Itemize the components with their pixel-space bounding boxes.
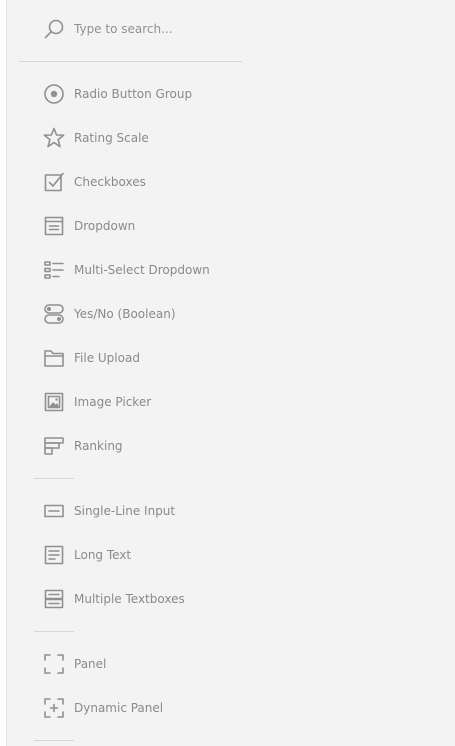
boolean-toggle-icon bbox=[43, 303, 65, 325]
toolbox-item-label: Image Picker bbox=[74, 395, 152, 409]
single-line-input-icon bbox=[43, 500, 65, 522]
toolbox-item-radio-button-group[interactable]: Radio Button Group bbox=[43, 82, 273, 106]
toolbox-panel: Radio Button Group Rating Scale Checkbox… bbox=[6, 0, 455, 746]
toolbox-item-label: Dropdown bbox=[74, 219, 136, 233]
toolbox-item-label: Panel bbox=[74, 657, 107, 671]
radio-button-group-icon bbox=[43, 83, 65, 105]
group-divider bbox=[34, 478, 74, 479]
folder-icon bbox=[43, 347, 65, 369]
toolbox-item-single-line-input[interactable]: Single-Line Input bbox=[43, 499, 273, 523]
toolbox-item-multi-select-dropdown[interactable]: Multi-Select Dropdown bbox=[43, 258, 273, 282]
toolbox-item-label: Ranking bbox=[74, 439, 123, 453]
toolbox-item-label: Radio Button Group bbox=[74, 87, 193, 101]
toolbox-item-multiple-textboxes[interactable]: Multiple Textboxes bbox=[43, 587, 273, 611]
toolbox-item-label: Checkboxes bbox=[74, 175, 146, 189]
toolbox-item-rating-scale[interactable]: Rating Scale bbox=[43, 126, 273, 150]
toolbox-item-dynamic-panel[interactable]: Dynamic Panel bbox=[43, 696, 273, 720]
group-divider bbox=[34, 740, 74, 741]
group-divider bbox=[34, 631, 74, 632]
toolbox-item-boolean[interactable]: Yes/No (Boolean) bbox=[43, 302, 273, 326]
toolbox-item-label: Yes/No (Boolean) bbox=[74, 307, 176, 321]
star-icon bbox=[43, 127, 65, 149]
toolbox-item-ranking[interactable]: Ranking bbox=[43, 434, 273, 458]
checkbox-icon bbox=[43, 171, 65, 193]
multi-select-dropdown-icon bbox=[43, 259, 65, 281]
toolbox-item-label: Rating Scale bbox=[74, 131, 149, 145]
toolbox-item-label: File Upload bbox=[74, 351, 140, 365]
search-icon bbox=[43, 18, 65, 40]
toolbox-item-label: Multiple Textboxes bbox=[74, 592, 185, 606]
long-text-icon bbox=[43, 544, 65, 566]
search-divider bbox=[19, 61, 242, 62]
image-picker-icon bbox=[43, 391, 65, 413]
dynamic-panel-icon bbox=[43, 697, 65, 719]
toolbox-item-dropdown[interactable]: Dropdown bbox=[43, 214, 273, 238]
search-bar[interactable] bbox=[43, 18, 263, 40]
toolbox-item-checkboxes[interactable]: Checkboxes bbox=[43, 170, 273, 194]
multiple-textboxes-icon bbox=[43, 588, 65, 610]
toolbox-item-panel[interactable]: Panel bbox=[43, 652, 273, 676]
panel-icon bbox=[43, 653, 65, 675]
ranking-icon bbox=[43, 435, 65, 457]
search-input[interactable] bbox=[74, 22, 244, 36]
toolbox-item-label: Dynamic Panel bbox=[74, 701, 164, 715]
toolbox-item-file-upload[interactable]: File Upload bbox=[43, 346, 273, 370]
toolbox-item-label: Multi-Select Dropdown bbox=[74, 263, 210, 277]
toolbox-item-label: Long Text bbox=[74, 548, 132, 562]
toolbox-item-label: Single-Line Input bbox=[74, 504, 176, 518]
toolbox-item-image-picker[interactable]: Image Picker bbox=[43, 390, 273, 414]
dropdown-icon bbox=[43, 215, 65, 237]
toolbox-item-long-text[interactable]: Long Text bbox=[43, 543, 273, 567]
